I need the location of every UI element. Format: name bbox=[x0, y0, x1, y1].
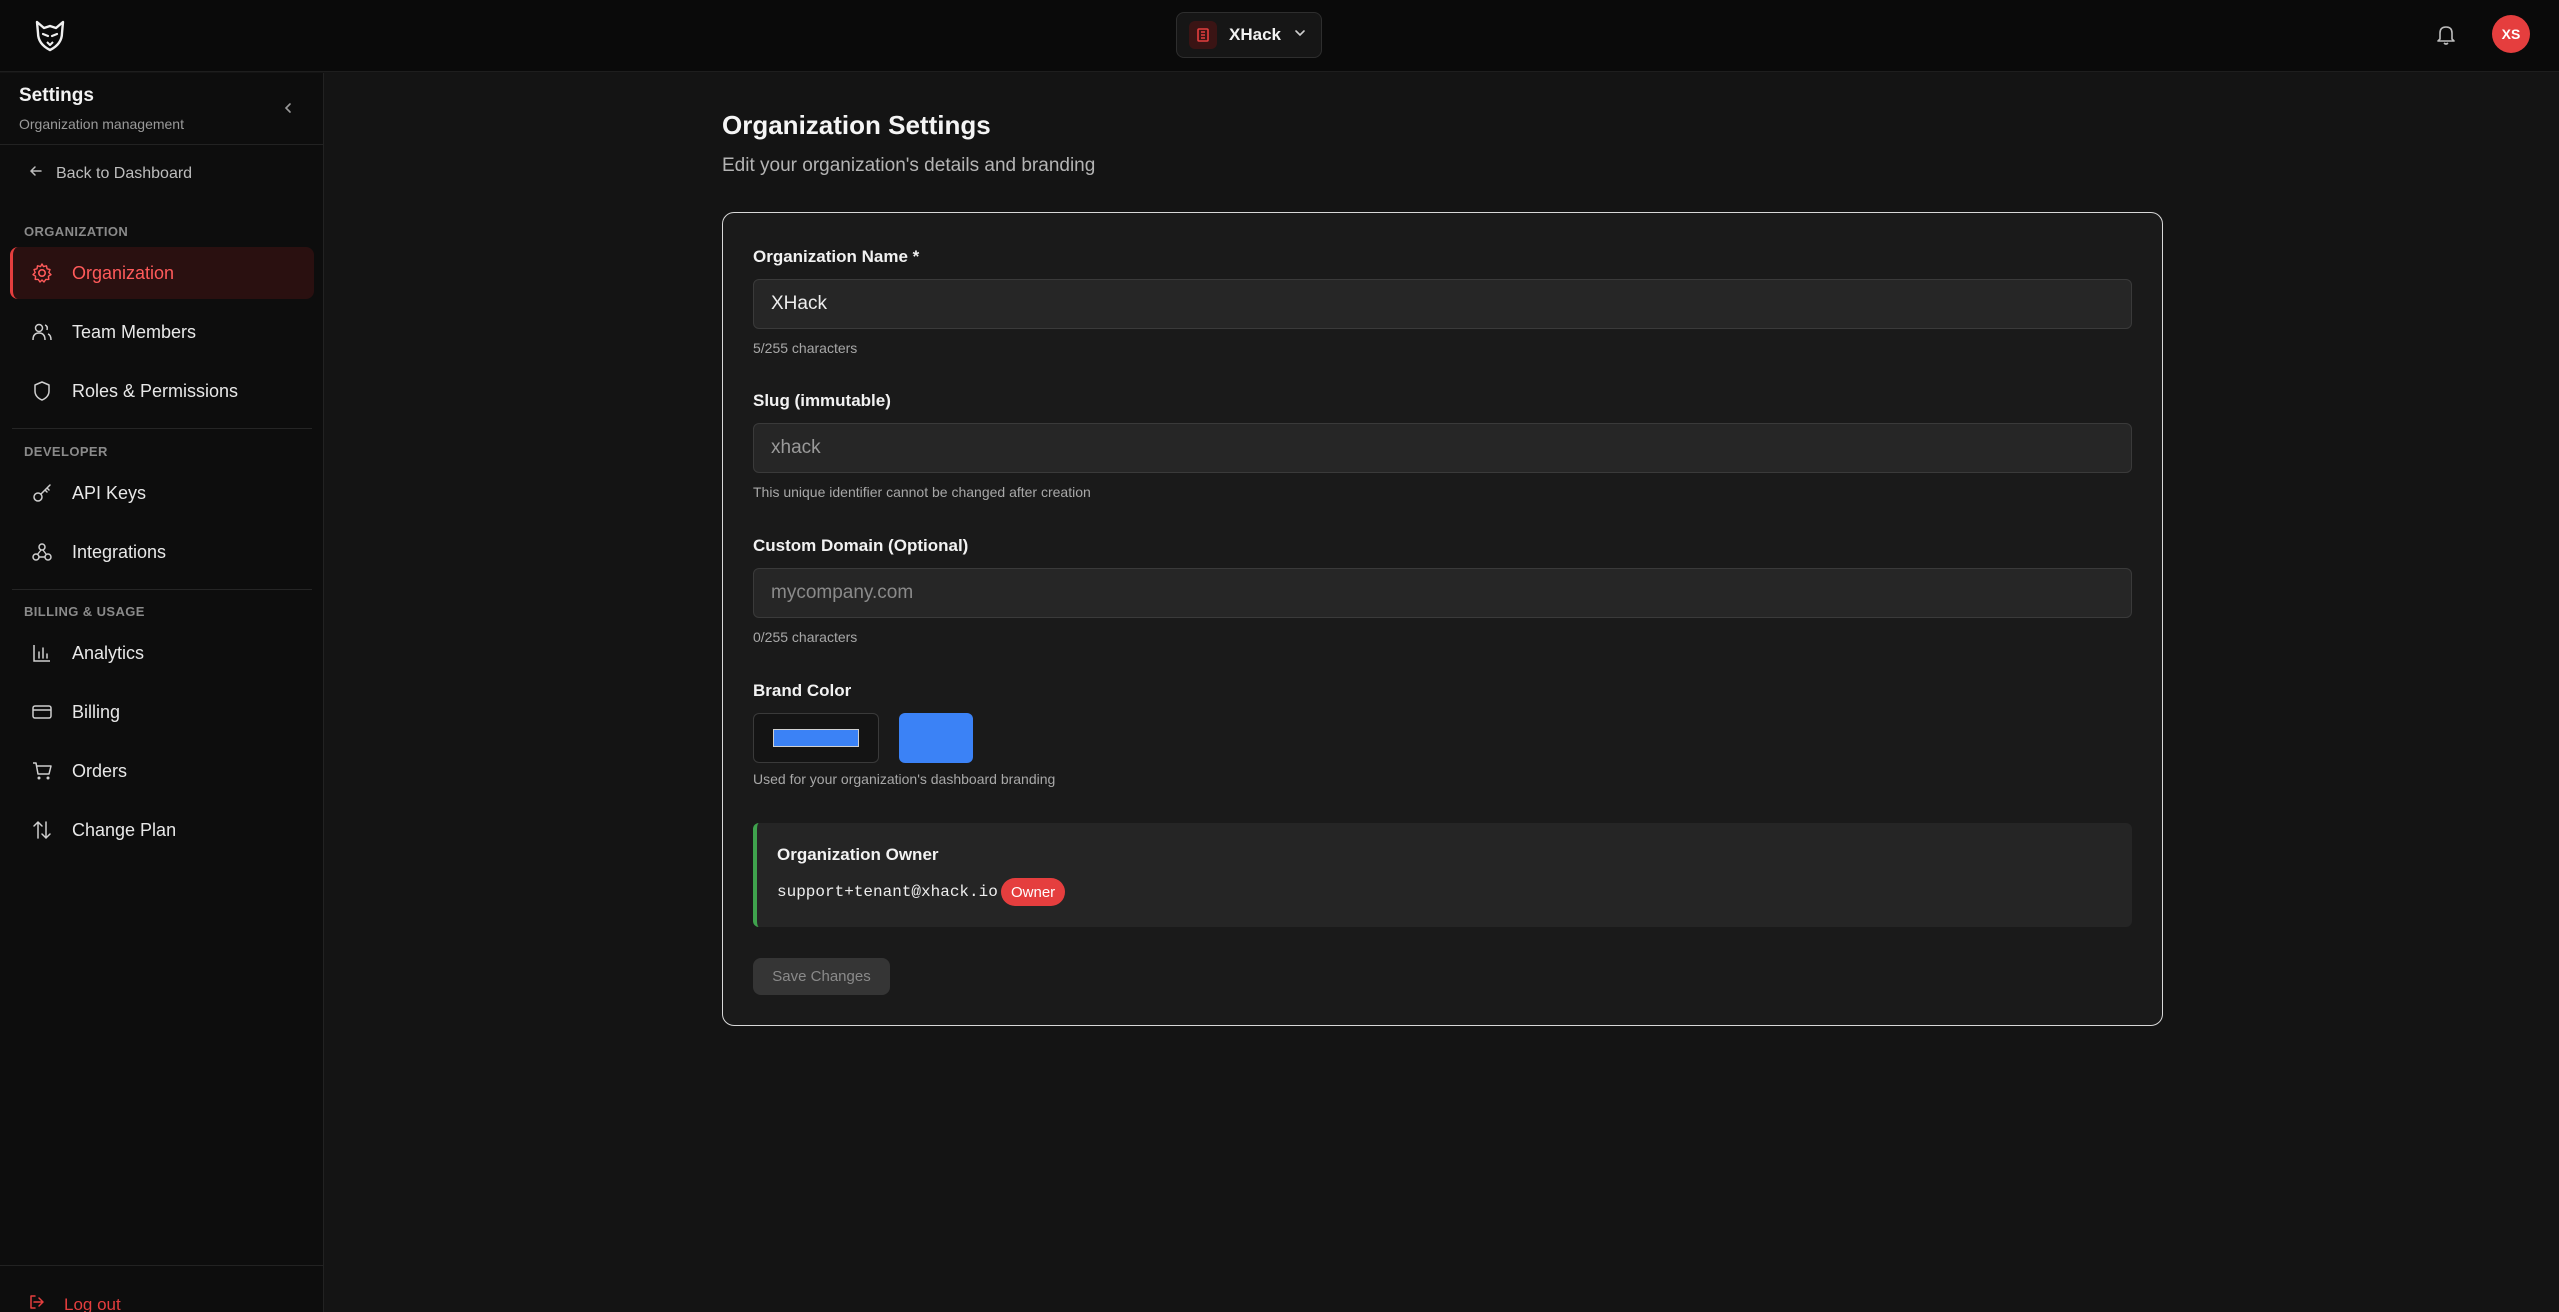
custom-domain-label: Custom Domain (Optional) bbox=[753, 536, 969, 555]
organization-name-char-count: 5/255 characters bbox=[753, 340, 858, 356]
custom-domain-input[interactable] bbox=[753, 568, 2132, 618]
owner-role-badge: Owner bbox=[1001, 878, 1066, 906]
page-subtitle: Edit your organization's details and bra… bbox=[722, 155, 1096, 176]
custom-domain-char-count: 0/255 characters bbox=[753, 629, 858, 645]
page-title: Organization Settings bbox=[722, 110, 991, 140]
collapse-sidebar-icon[interactable] bbox=[278, 98, 298, 118]
sidebar-divider bbox=[12, 589, 312, 590]
sidebar-item-analytics[interactable]: Analytics bbox=[10, 627, 314, 679]
sidebar-item-roles-permissions[interactable]: Roles & Permissions bbox=[10, 365, 314, 417]
wolf-logo-icon[interactable] bbox=[30, 16, 70, 56]
slug-label: Slug (immutable) bbox=[753, 391, 891, 410]
organization-name-label: Organization Name * bbox=[753, 247, 920, 266]
arrows-up-down-icon bbox=[30, 818, 54, 842]
save-changes-button[interactable]: Save Changes bbox=[753, 958, 890, 995]
sidebar-divider bbox=[12, 428, 312, 429]
sidebar-item-api-keys[interactable]: API Keys bbox=[10, 467, 314, 519]
logout-button[interactable]: Log out bbox=[28, 1293, 121, 1312]
sidebar-item-change-plan[interactable]: Change Plan bbox=[10, 804, 314, 856]
sidebar-item-label: Organization bbox=[72, 262, 175, 283]
sidebar-item-team-members[interactable]: Team Members bbox=[10, 306, 314, 358]
owner-title: Organization Owner bbox=[777, 845, 939, 864]
sidebar-item-label: Integrations bbox=[72, 541, 167, 562]
user-avatar[interactable]: XS bbox=[2492, 15, 2530, 53]
sidebar-item-label: Change Plan bbox=[72, 819, 177, 840]
org-switcher-button[interactable]: XHack bbox=[1176, 12, 1322, 58]
key-icon bbox=[30, 481, 54, 505]
sidebar-item-label: API Keys bbox=[72, 482, 147, 503]
sidebar-item-billing[interactable]: Billing bbox=[10, 686, 314, 738]
sidebar-item-label: Orders bbox=[72, 760, 128, 781]
bell-icon[interactable] bbox=[2432, 20, 2460, 50]
slug-hint: This unique identifier cannot be changed… bbox=[753, 484, 1091, 500]
logout-icon bbox=[28, 1293, 46, 1312]
sidebar: Settings Organization management Back to… bbox=[0, 73, 324, 1312]
slug-input bbox=[753, 423, 2132, 473]
sidebar-item-label: Team Members bbox=[72, 321, 197, 342]
back-to-dashboard-link[interactable]: Back to Dashboard bbox=[28, 163, 192, 184]
brand-color-hint: Used for your organization's dashboard b… bbox=[753, 771, 1056, 787]
webhook-icon bbox=[30, 540, 54, 564]
brand-color-label: Brand Color bbox=[753, 681, 852, 700]
arrow-left-icon bbox=[28, 163, 44, 184]
users-icon bbox=[30, 320, 54, 344]
shield-icon bbox=[30, 379, 54, 403]
organization-owner-panel: Organization Owner support+tenant@xhack.… bbox=[753, 823, 2132, 927]
back-to-dashboard-label: Back to Dashboard bbox=[56, 164, 193, 182]
org-switcher-label: XHack bbox=[1229, 25, 1281, 44]
owner-email: support+tenant@xhack.io bbox=[777, 883, 998, 901]
sidebar-item-label: Roles & Permissions bbox=[72, 380, 239, 401]
sidebar-item-label: Billing bbox=[72, 701, 121, 722]
sidebar-divider bbox=[0, 1265, 323, 1266]
sidebar-title: Settings bbox=[19, 85, 94, 106]
section-label-organization: ORGANIZATION bbox=[24, 224, 129, 239]
top-bar: XHack XS bbox=[0, 0, 2559, 72]
sidebar-item-orders[interactable]: Orders bbox=[10, 745, 314, 797]
bar-chart-icon bbox=[30, 641, 54, 665]
organization-name-input[interactable] bbox=[753, 279, 2132, 329]
logout-label: Log out bbox=[64, 1294, 121, 1312]
organization-icon bbox=[1189, 21, 1217, 49]
sidebar-header: Settings Organization management bbox=[0, 73, 323, 145]
settings-form-card: Organization Name * 5/255 characters Slu… bbox=[722, 212, 2163, 1026]
brand-color-swatch[interactable] bbox=[899, 713, 973, 763]
sidebar-item-organization[interactable]: Organization bbox=[10, 247, 314, 299]
section-label-billing-usage: BILLING & USAGE bbox=[24, 604, 145, 619]
brand-color-picker-value bbox=[773, 729, 859, 747]
chevron-down-icon bbox=[1293, 26, 1307, 45]
sidebar-item-label: Analytics bbox=[72, 642, 145, 663]
sidebar-subtitle: Organization management bbox=[19, 116, 184, 132]
brand-color-picker[interactable] bbox=[753, 713, 879, 763]
cart-icon bbox=[30, 759, 54, 783]
sidebar-item-integrations[interactable]: Integrations bbox=[10, 526, 314, 578]
credit-card-icon bbox=[30, 700, 54, 724]
gear-icon bbox=[30, 261, 54, 285]
section-label-developer: DEVELOPER bbox=[24, 444, 108, 459]
